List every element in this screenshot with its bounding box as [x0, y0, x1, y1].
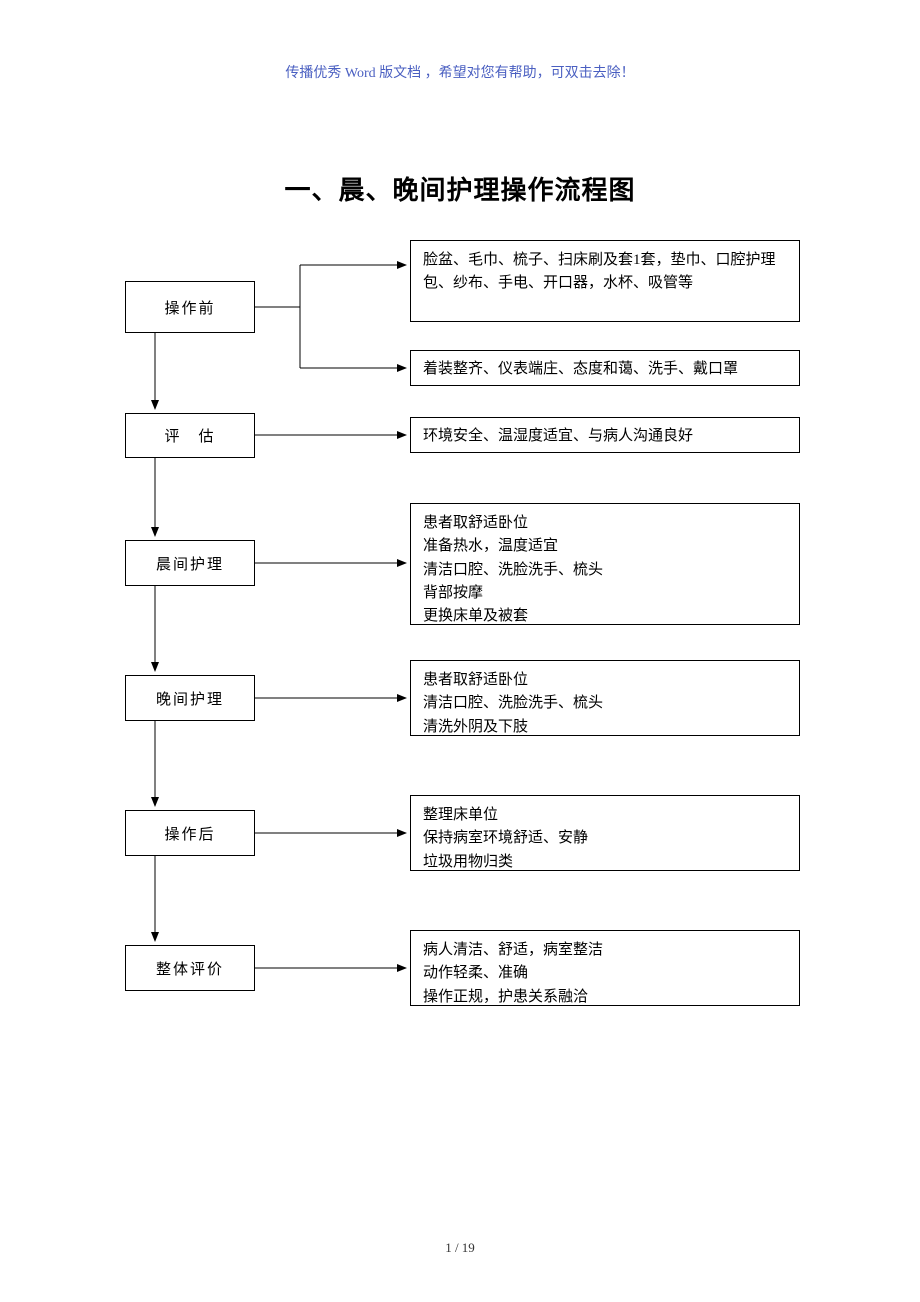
flow-connectors: [0, 0, 920, 1100]
page-footer: 1 / 19: [0, 1240, 920, 1256]
